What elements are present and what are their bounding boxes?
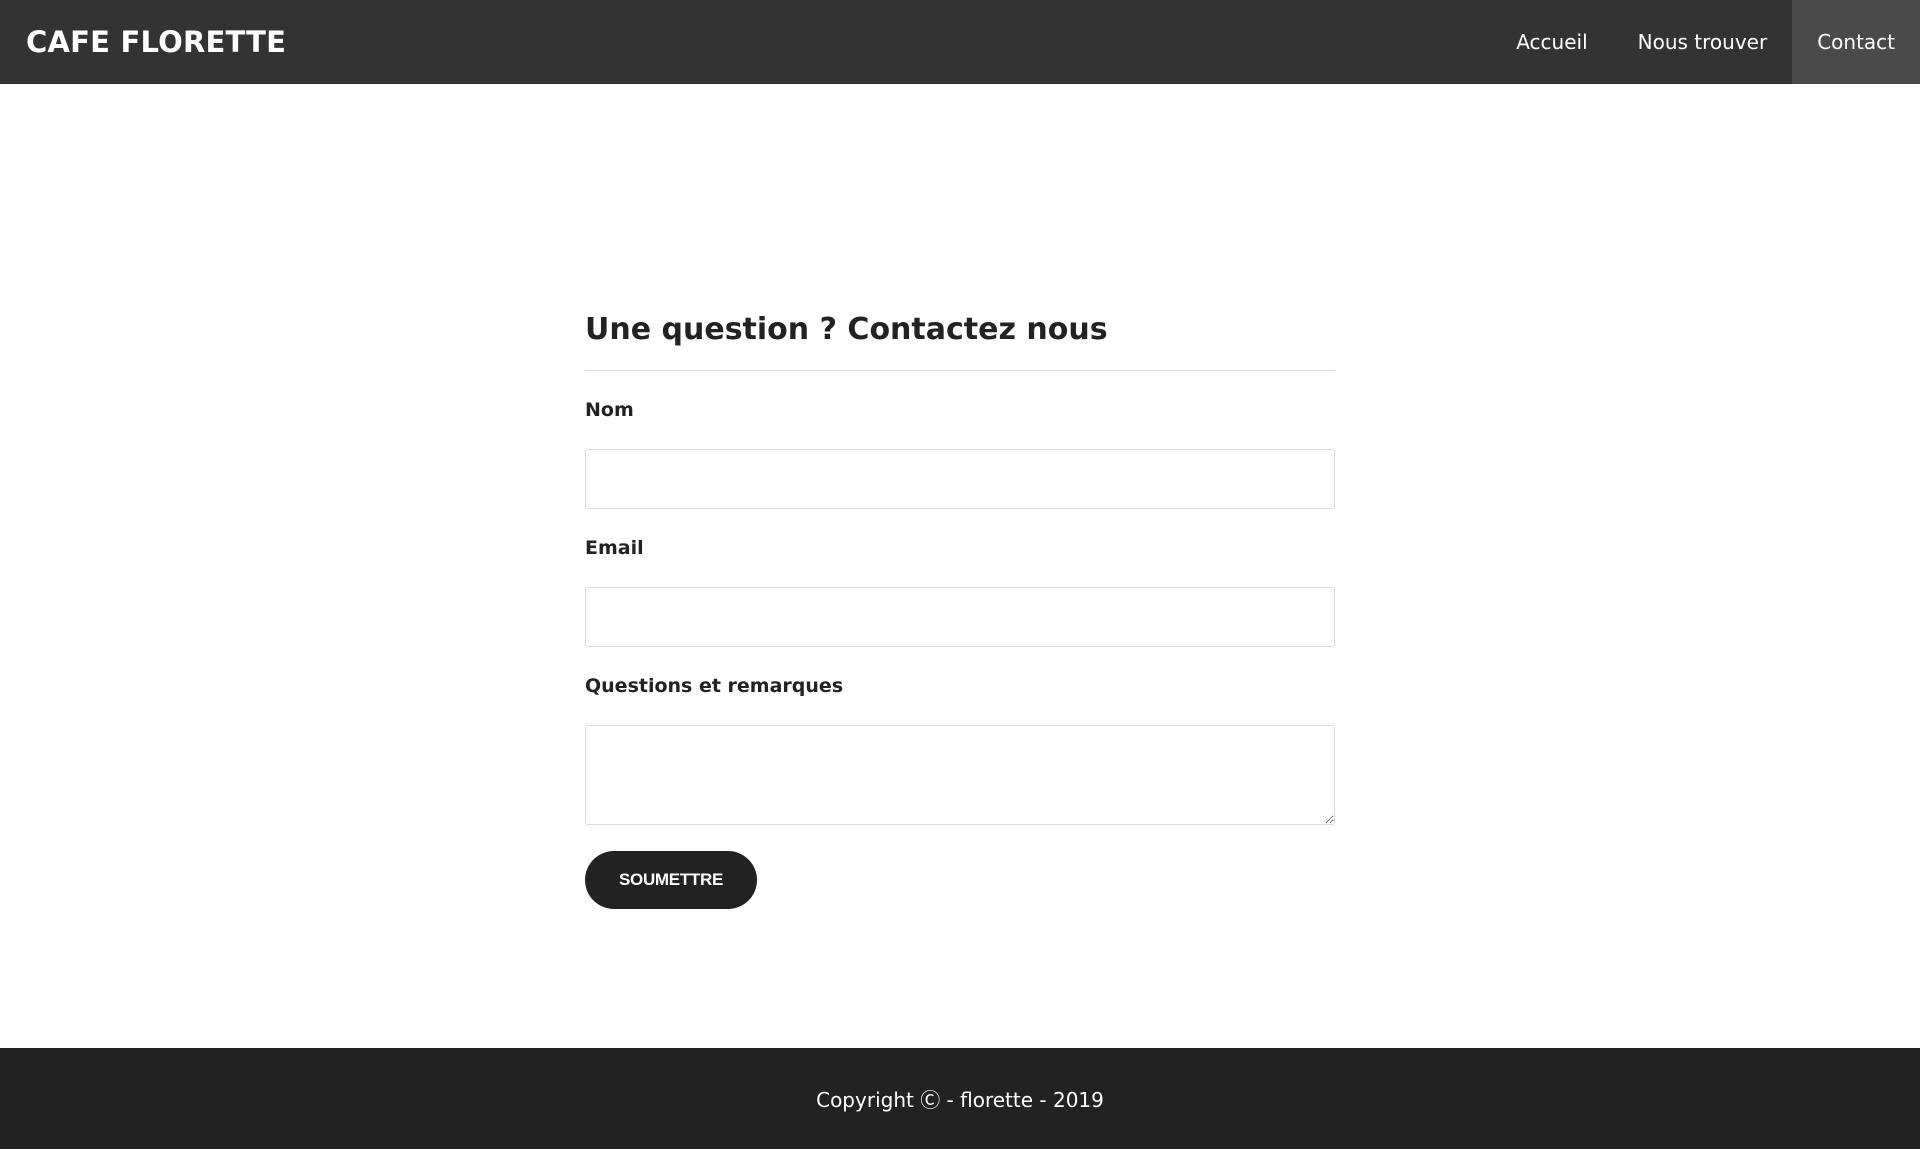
nav-link-accueil[interactable]: Accueil: [1491, 0, 1612, 84]
copyright-text: Copyright Ⓒ - florette - 2019: [816, 1088, 1104, 1112]
email-label: Email: [585, 537, 644, 559]
nav-link-nous-trouver[interactable]: Nous trouver: [1613, 0, 1793, 84]
top-navbar: CAFE FLORETTE Accueil Nous trouver Conta…: [0, 0, 1920, 84]
nav-link-contact[interactable]: Contact: [1792, 0, 1920, 84]
contact-title: Une question ? Contactez nous: [585, 304, 1335, 371]
questions-textarea[interactable]: [585, 725, 1335, 825]
contact-section: Une question ? Contactez nous Nom Email …: [585, 304, 1335, 909]
name-input[interactable]: [585, 449, 1335, 509]
questions-label: Questions et remarques: [585, 675, 844, 697]
submit-button[interactable]: SOUMETTRE: [585, 851, 757, 909]
page: CAFE FLORETTE Accueil Nous trouver Conta…: [0, 0, 1920, 1149]
footer: Copyright Ⓒ - florette - 2019: [0, 1048, 1920, 1149]
brand-logo-link[interactable]: CAFE FLORETTE: [26, 0, 286, 84]
name-label: Nom: [585, 399, 634, 421]
main-nav: Accueil Nous trouver Contact: [1491, 0, 1920, 84]
contact-form: Nom Email Questions et remarques SOUMETT…: [585, 398, 1335, 909]
email-input[interactable]: [585, 587, 1335, 647]
